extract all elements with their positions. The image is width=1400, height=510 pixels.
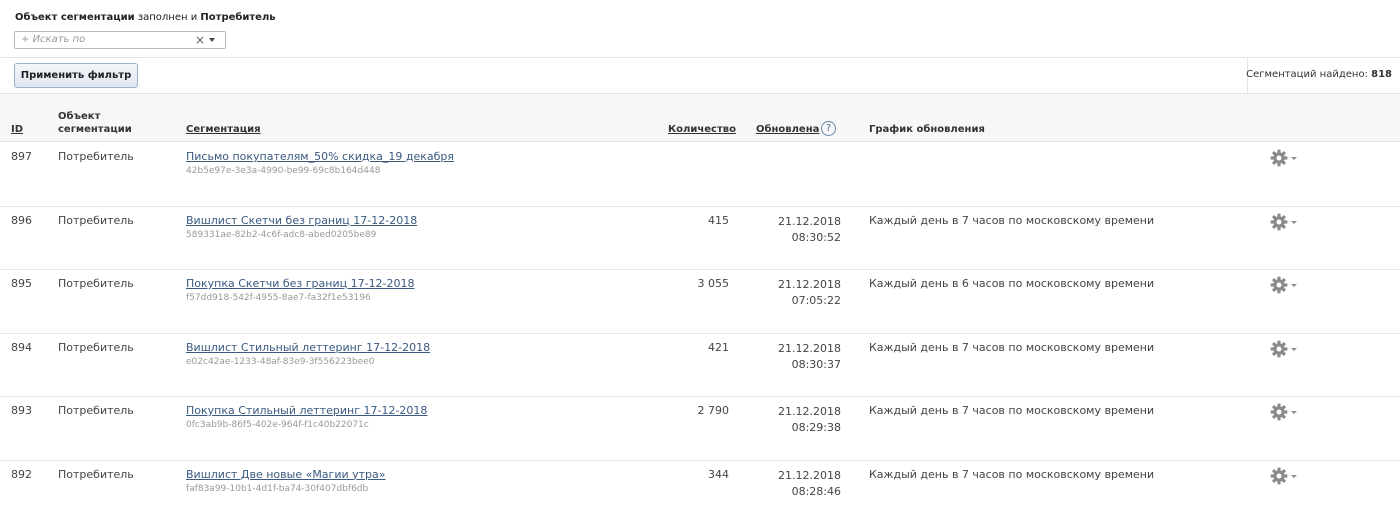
table-header: ID Объект сегментации Сегментация Количе… <box>0 94 1400 142</box>
row-id: 896 <box>11 213 32 227</box>
segmentation-link[interactable]: Вишлист Стильный леттеринг 17-12-2018 <box>186 341 430 354</box>
row-updated-date: 21.12.2018 <box>778 405 841 418</box>
gear-icon <box>1270 213 1288 230</box>
chevron-down-icon <box>1291 284 1297 287</box>
filter-panel: Объект сегментации заполнен и Потребител… <box>0 0 1400 58</box>
question-circle-icon[interactable]: ? <box>821 121 836 136</box>
chevron-down-icon <box>1291 157 1297 160</box>
row-object: Потребитель <box>58 150 134 163</box>
apply-filter-button[interactable]: Применить фильтр <box>14 63 138 88</box>
column-header-count[interactable]: Количество <box>668 124 736 135</box>
gear-icon <box>1270 340 1288 357</box>
row-updated: 21.12.2018 08:30:37 <box>778 341 841 373</box>
chevron-down-icon <box>1291 411 1297 414</box>
row-schedule: Каждый день в 7 часов по московскому вре… <box>869 467 1155 481</box>
row-count: 415 <box>708 213 729 227</box>
gear-icon <box>1270 276 1288 294</box>
chevron-down-icon <box>1291 347 1297 351</box>
action-bar: Применить фильтр Сегментаций найдено: 81… <box>0 58 1400 94</box>
row-updated: 21.12.2018 08:28:46 <box>778 468 841 500</box>
segmentation-uuid: faf83a99-10b1-4d1f-ba74-30f407dbf6db <box>186 483 369 494</box>
filter-description: Объект сегментации заполнен и Потребител… <box>15 12 276 23</box>
filter-operator: заполнен <box>137 12 188 23</box>
segmentation-link[interactable]: Покупка Стильный леттеринг 17-12-2018 <box>186 404 427 417</box>
row-updated: 21.12.2018 08:29:38 <box>778 404 841 436</box>
gear-icon <box>1270 149 1288 167</box>
row-id: 897 <box>11 150 32 163</box>
row-schedule: Каждый день в 7 часов по московскому вре… <box>869 404 1155 417</box>
chevron-down-icon[interactable] <box>209 38 215 42</box>
chevron-down-icon <box>1291 474 1297 478</box>
row-schedule: Каждый день в 7 часов по московскому вре… <box>869 340 1155 354</box>
row-updated-time: 08:30:52 <box>791 230 841 244</box>
table-body: 897 Потребитель Письмо покупателям_50% ски… <box>0 143 1400 510</box>
segmentation-uuid: 589331ae-82b2-4c6f-adc8-abed0205be89 <box>186 229 377 240</box>
row-settings-button[interactable] <box>1270 403 1300 421</box>
close-icon[interactable]: × <box>195 32 205 48</box>
column-header-id[interactable]: ID <box>11 124 23 135</box>
row-count: 3 055 <box>697 277 730 290</box>
results-count: Сегментаций найдено: 818 <box>1246 69 1392 80</box>
segmentation-uuid: f57dd918-542f-4955-8ae7-fa32f1e53196 <box>186 293 371 303</box>
row-object: Потребитель <box>58 467 134 481</box>
segmentation-link[interactable]: Вишлист Две новые «Магии утра» <box>186 468 386 481</box>
row-object: Потребитель <box>58 213 134 227</box>
row-object: Потребитель <box>58 277 134 290</box>
row-object: Потребитель <box>58 340 134 354</box>
column-header-object-line2: сегментации <box>58 124 132 135</box>
row-id: 895 <box>11 277 32 290</box>
column-header-object-line1: Объект <box>58 111 101 122</box>
row-id: 893 <box>11 404 32 417</box>
segmentation-uuid: 42b5e97e-3e3a-4990-be99-69c8b164d448 <box>186 166 381 176</box>
table-row: 896 Потребитель Вишлист Скетчи без границ … <box>0 207 1400 270</box>
column-header-updated[interactable]: Обновлена <box>756 124 819 135</box>
table-row: 894 Потребитель Вишлист Стильный леттеринг… <box>0 334 1400 397</box>
row-schedule: Каждый день в 7 часов по московскому вре… <box>869 213 1155 227</box>
table-row: 893 Потребитель Покупка Стильный леттеринг… <box>0 397 1400 461</box>
row-settings-button[interactable] <box>1270 213 1300 231</box>
row-settings-button[interactable] <box>1270 149 1300 167</box>
row-updated-date: 21.12.2018 <box>778 468 841 482</box>
row-id: 892 <box>11 467 32 481</box>
segmentation-uuid: 0fc3ab9b-86f5-402e-964f-f1c40b22071c <box>186 420 369 430</box>
row-schedule: Каждый день в 6 часов по московскому вре… <box>869 277 1155 290</box>
gear-icon <box>1270 467 1288 484</box>
row-updated-time: 07:05:22 <box>791 294 841 307</box>
row-settings-button[interactable] <box>1270 467 1300 485</box>
row-settings-button[interactable] <box>1270 340 1300 358</box>
row-updated-time: 08:29:38 <box>791 421 841 434</box>
row-updated: 21.12.2018 07:05:22 <box>778 277 841 309</box>
column-header-segmentation[interactable]: Сегментация <box>186 124 261 135</box>
row-updated-time: 08:28:46 <box>791 484 841 498</box>
filter-conjunction: и <box>190 12 198 23</box>
row-updated-date: 21.12.2018 <box>778 341 841 355</box>
filter-field: Объект сегментации <box>15 12 135 23</box>
table-row: 897 Потребитель Письмо покупателям_50% ски… <box>0 143 1400 207</box>
segmentation-link[interactable]: Покупка Скетчи без границ 17-12-2018 <box>186 277 415 290</box>
segmentation-link[interactable]: Письмо покупателям_50% скидка_19 декабря <box>186 150 454 163</box>
row-updated-date: 21.12.2018 <box>778 278 841 291</box>
table-row: 892 Потребитель Вишлист Две новые «Магии у… <box>0 461 1400 510</box>
table-row: 895 Потребитель Покупка Скетчи без границ … <box>0 270 1400 334</box>
chevron-down-icon <box>1291 220 1297 224</box>
gear-icon <box>1270 403 1288 421</box>
row-updated-date: 21.12.2018 <box>778 214 841 228</box>
segmentation-link[interactable]: Вишлист Скетчи без границ 17-12-2018 <box>186 214 417 227</box>
row-object: Потребитель <box>58 404 134 417</box>
search-input[interactable]: + Искать по × <box>14 31 226 49</box>
search-placeholder: + Искать по <box>21 34 86 45</box>
results-count-label: Сегментаций найдено: <box>1246 69 1368 80</box>
results-count-value: 818 <box>1371 69 1392 80</box>
column-header-schedule: График обновления <box>869 124 985 135</box>
row-updated: 21.12.2018 08:30:52 <box>778 214 841 246</box>
row-count: 421 <box>708 340 729 354</box>
filter-value: Потребитель <box>200 12 276 23</box>
row-updated-time: 08:30:37 <box>791 357 841 371</box>
row-id: 894 <box>11 340 32 354</box>
row-count: 2 790 <box>697 404 730 417</box>
row-settings-button[interactable] <box>1270 276 1300 294</box>
segmentation-uuid: e02c42ae-1233-48af-83e9-3f556223bee0 <box>186 356 375 367</box>
row-count: 344 <box>708 467 729 481</box>
